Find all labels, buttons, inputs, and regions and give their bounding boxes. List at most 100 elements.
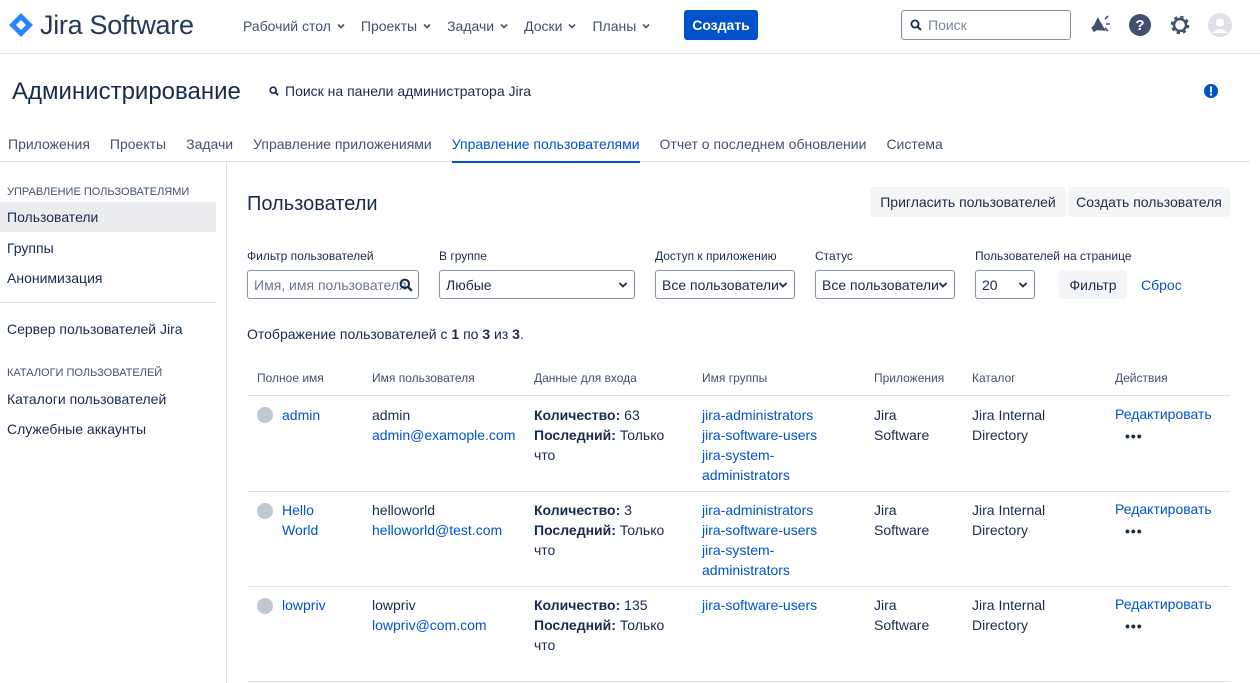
chevron-down-icon <box>1018 282 1028 288</box>
status-value: Все пользователи <box>822 276 939 293</box>
username: lowpriv <box>372 597 416 613</box>
nav-dashboard[interactable]: Рабочий стол <box>243 16 345 36</box>
sidebar-item-label: Служебные аккаунты <box>7 421 147 437</box>
sidebar-item-groups[interactable]: Группы <box>0 233 216 263</box>
sidebar-item-user-server[interactable]: Сервер пользователей Jira <box>0 314 216 344</box>
username: helloworld <box>372 502 436 518</box>
create-button[interactable]: Создать <box>684 10 758 40</box>
tab-projects[interactable]: Проекты <box>110 132 166 162</box>
create-user-button[interactable]: Создать пользователя <box>1068 187 1230 217</box>
status-select[interactable]: Все пользователи <box>815 270 955 299</box>
login-count-label: Количество: <box>534 597 621 613</box>
login-details: Количество: 135 Последний: Только что <box>534 595 684 655</box>
login-details: Количество: 63 Последний: Только что <box>534 405 684 465</box>
user-full-name-link[interactable]: admin <box>282 405 320 425</box>
column-directory: Каталог <box>972 371 1016 385</box>
invite-users-button[interactable]: Пригласить пользователей <box>870 187 1066 217</box>
nav-boards[interactable]: Доски <box>524 16 577 36</box>
nav-plans[interactable]: Планы <box>592 16 650 36</box>
sidebar-item-label: Группы <box>7 240 54 256</box>
summary-total: 3 <box>512 326 520 342</box>
svg-text:?: ? <box>1135 17 1144 34</box>
sidebar-item-service-accounts[interactable]: Служебные аккаунты <box>0 414 216 444</box>
last-login-label: Последний: <box>534 617 616 633</box>
help-icon[interactable]: ? <box>1128 13 1152 37</box>
group-link[interactable]: jira-administrators <box>702 502 813 518</box>
group-link[interactable]: jira-software-users <box>702 427 817 443</box>
user-email-link[interactable]: lowpriv@com.com <box>372 615 487 635</box>
tab-system[interactable]: Система <box>886 132 942 162</box>
tab-upgrade-report[interactable]: Отчет о последнем обновлении <box>660 132 867 162</box>
user-email-link[interactable]: admin@examople.com <box>372 425 515 445</box>
user-application: Jira Software <box>874 407 930 443</box>
per-page-select[interactable]: 20 <box>975 270 1035 299</box>
page-title: Администрирование <box>12 78 241 105</box>
column-login-details: Данные для входа <box>534 371 637 385</box>
group-link[interactable]: jira-system-administrators <box>702 542 790 578</box>
edit-user-link[interactable]: Редактировать <box>1115 499 1212 519</box>
chevron-down-icon <box>337 23 345 29</box>
admin-search-link[interactable]: Поиск на панели администратора Jira <box>269 83 531 99</box>
sidebar-item-user-directories[interactable]: Каталоги пользователей <box>0 384 216 414</box>
group-select[interactable]: Любые <box>439 270 635 299</box>
per-page-label: Пользователей на странице <box>975 249 1132 263</box>
app-access-select[interactable]: Все пользователи <box>655 270 795 299</box>
user-application: Jira Software <box>874 502 930 538</box>
settings-icon[interactable] <box>1168 13 1192 37</box>
sidebar-item-label: Сервер пользователей Jira <box>7 321 183 337</box>
tab-issues[interactable]: Задачи <box>186 132 233 162</box>
summary-prefix: Отображение пользователей с <box>247 326 448 342</box>
chevron-down-icon <box>938 280 948 290</box>
nav-label: Планы <box>592 18 637 34</box>
search-input[interactable]: Поиск <box>901 10 1071 40</box>
chevron-down-icon <box>618 282 628 288</box>
chevron-down-icon <box>423 23 431 29</box>
reset-link[interactable]: Сброс <box>1141 277 1182 293</box>
status-label: Статус <box>815 249 853 263</box>
user-directory: Jira Internal Directory <box>972 597 1046 633</box>
info-icon[interactable] <box>1203 83 1219 99</box>
sidebar-section-user-directories: КАТАЛОГИ ПОЛЬЗОВАТЕЛЕЙ <box>7 367 163 379</box>
login-count-label: Количество: <box>534 407 621 423</box>
edit-user-link[interactable]: Редактировать <box>1115 404 1212 424</box>
sidebar-divider <box>0 302 216 303</box>
avatar-icon[interactable] <box>1208 13 1232 37</box>
user-full-name-link[interactable]: lowpriv <box>282 595 326 615</box>
group-select-value: Любые <box>446 276 492 293</box>
user-filter-input[interactable]: Имя, имя пользователя <box>247 270 419 299</box>
tab-manage-apps[interactable]: Управление приложениями <box>253 132 432 162</box>
summary-mid1: по <box>463 326 479 342</box>
group-link[interactable]: jira-system-administrators <box>702 447 790 483</box>
login-count: 135 <box>624 597 648 613</box>
admin-search-label: Поиск на панели администратора Jira <box>285 83 532 99</box>
login-details: Количество: 3 Последний: Только что <box>534 500 684 560</box>
sidebar-item-anonymization[interactable]: Анонимизация <box>0 263 216 293</box>
more-actions-icon[interactable]: ••• <box>1125 523 1143 539</box>
edit-user-link[interactable]: Редактировать <box>1115 594 1212 614</box>
jira-diamond-icon <box>9 13 33 37</box>
user-avatar-icon <box>257 407 273 423</box>
app-access-value: Все пользователи <box>662 276 779 293</box>
tab-applications[interactable]: Приложения <box>8 132 90 162</box>
more-actions-icon[interactable]: ••• <box>1125 618 1143 634</box>
search-icon <box>269 86 279 96</box>
user-directory: Jira Internal Directory <box>972 502 1046 538</box>
tab-user-management[interactable]: Управление пользователями <box>451 132 640 163</box>
group-link[interactable]: jira-software-users <box>702 597 817 613</box>
summary-from: 1 <box>451 326 460 342</box>
filter-button[interactable]: Фильтр <box>1059 270 1127 299</box>
sidebar-item-users[interactable]: Пользователи <box>0 202 216 232</box>
user-full-name-link[interactable]: Hello World <box>282 500 342 540</box>
jira-logo[interactable]: Jira Software <box>8 10 194 40</box>
group-link[interactable]: jira-software-users <box>702 522 817 538</box>
nav-label: Задачи <box>447 18 495 34</box>
group-link[interactable]: jira-administrators <box>702 407 813 423</box>
users-heading: Пользователи <box>247 193 378 215</box>
megaphone-icon[interactable] <box>1088 13 1112 37</box>
admin-tabs: Приложения Проекты Задачи Управление при… <box>0 132 1250 163</box>
nav-projects[interactable]: Проекты <box>361 16 431 36</box>
user-email-link[interactable]: helloworld@test.com <box>372 520 502 540</box>
results-summary: Отображение пользователей с 1 по 3 из 3. <box>247 326 524 342</box>
more-actions-icon[interactable]: ••• <box>1125 428 1143 444</box>
nav-issues[interactable]: Задачи <box>447 16 508 36</box>
